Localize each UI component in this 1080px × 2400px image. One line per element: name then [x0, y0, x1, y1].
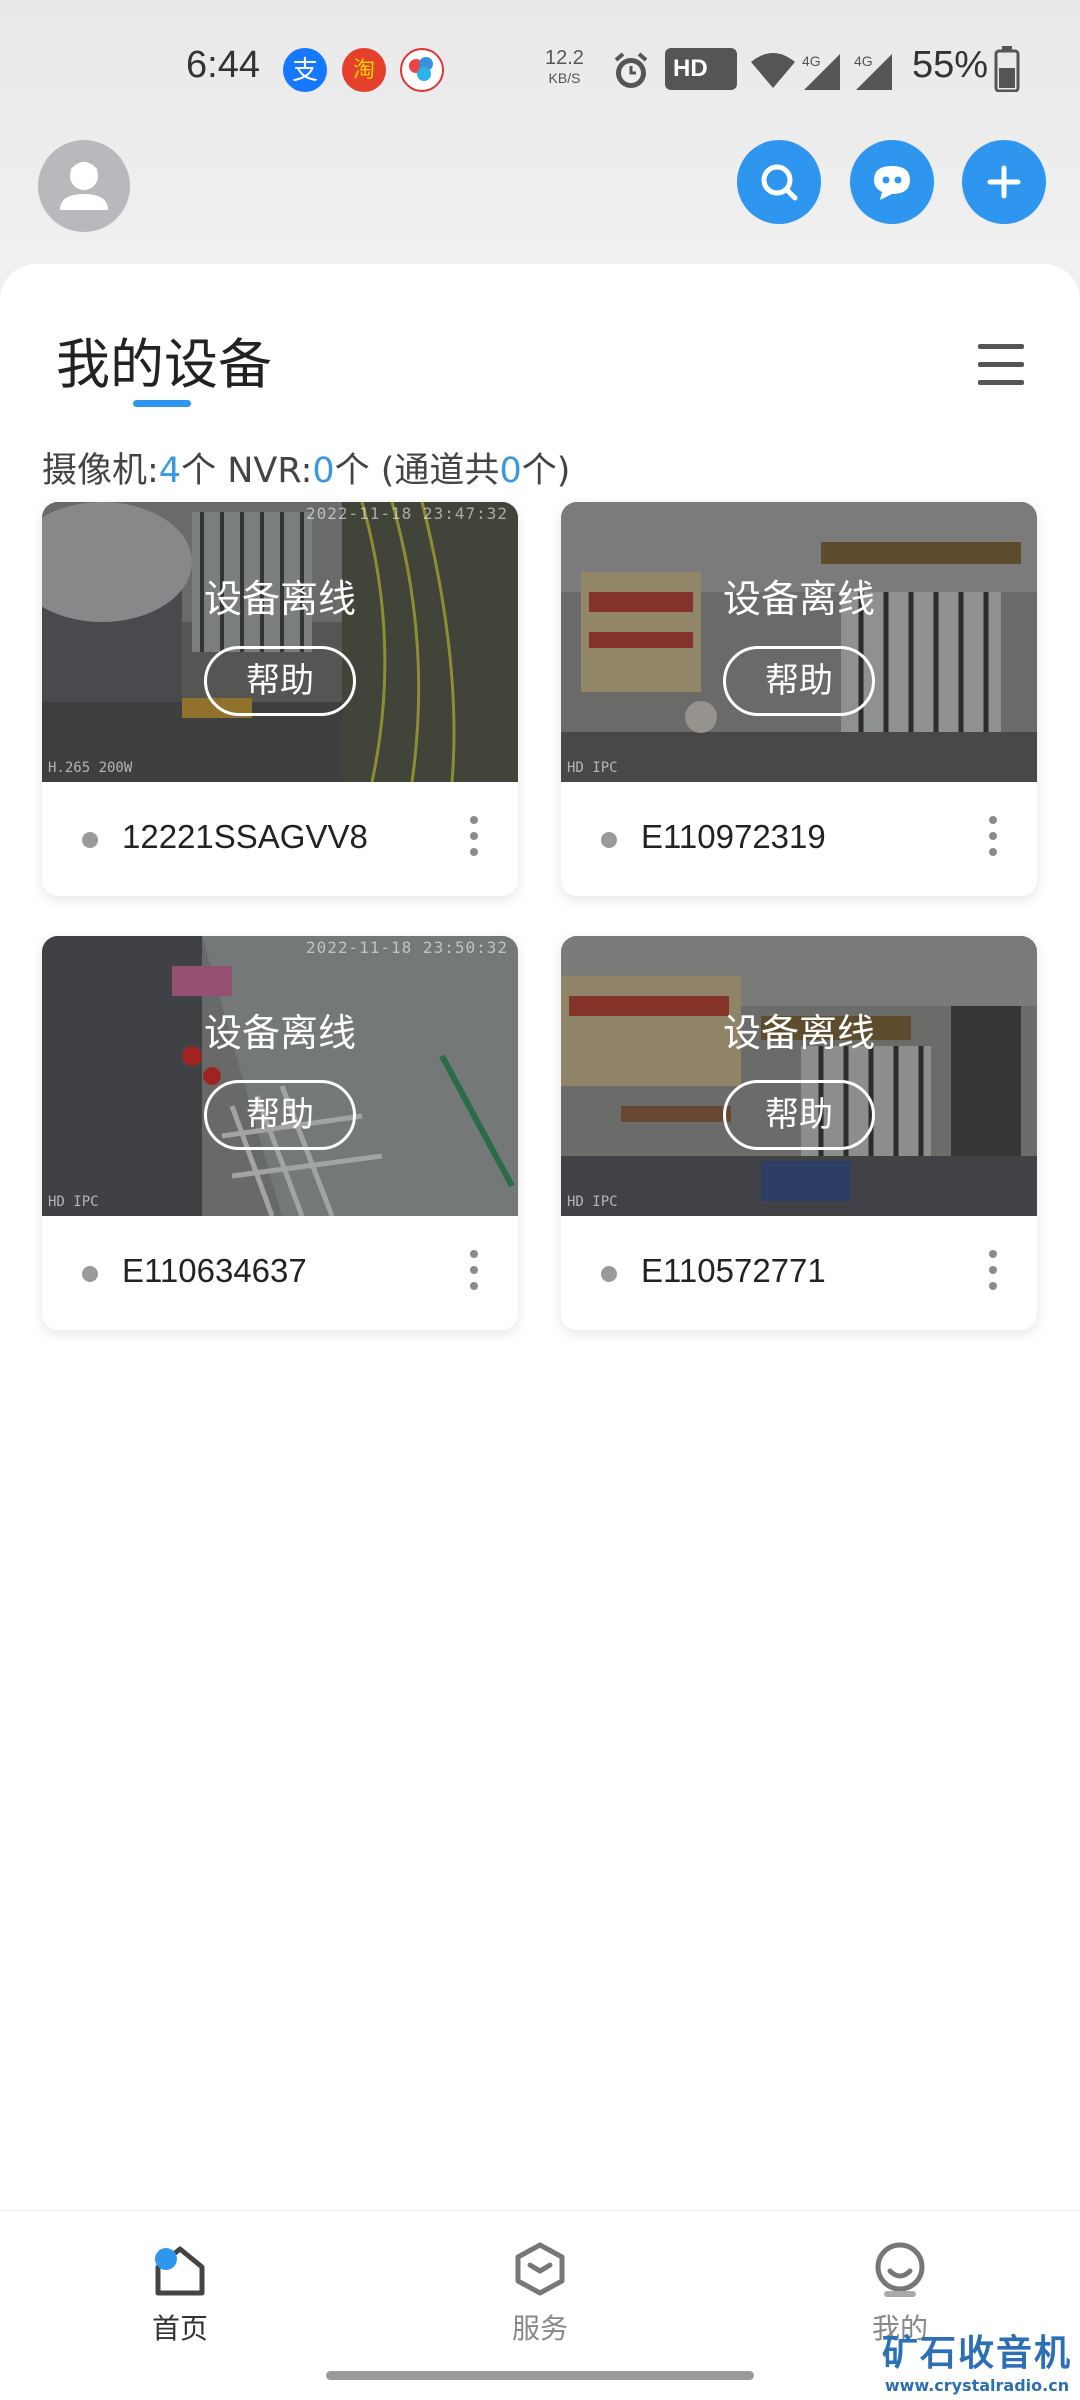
camera-thumbnail[interactable]: HD IPC 设备离线 帮助 [561, 936, 1037, 1216]
video-mark: H.265 200W [48, 760, 133, 776]
device-id: E110972319 [641, 818, 826, 855]
nav-home-tab[interactable]: 首页 [100, 2239, 260, 2347]
menu-button[interactable] [978, 344, 1024, 388]
video-timestamp: 2022-11-18 23:47:32 [305, 504, 508, 523]
home-icon [155, 2246, 205, 2296]
signal-icon-2: 4G [852, 50, 896, 97]
help-button[interactable]: 帮助 [204, 1080, 356, 1150]
video-mark: HD IPC [567, 1194, 618, 1210]
offline-status: 设备离线 [722, 577, 875, 621]
svg-text:4G: 4G [802, 53, 821, 69]
online-status-dot [601, 832, 617, 848]
more-vertical-icon [989, 816, 997, 824]
device-id: E110572771 [641, 1252, 826, 1289]
nav-service-label: 服务 [511, 2312, 568, 2345]
nav-home-label: 首页 [151, 2312, 208, 2345]
card-footer: E110634637 [42, 1216, 518, 1330]
profile-face-icon [875, 2242, 925, 2297]
more-options-button[interactable] [981, 1250, 1005, 1298]
alipay-notification-icon: 支 [283, 48, 327, 92]
more-vertical-icon [989, 1250, 997, 1258]
watermark: 矿石收音机 www.crystalradio.cn [881, 2333, 1072, 2395]
chat-bubble-icon [874, 166, 910, 200]
battery-percent: 55% [912, 44, 989, 86]
card-footer: E110572771 [561, 1216, 1037, 1330]
video-timestamp: 2022-11-18 23:50:32 [305, 938, 508, 957]
more-vertical-icon [470, 1250, 478, 1258]
more-options-button[interactable] [462, 1250, 486, 1298]
offline-status: 设备离线 [722, 1011, 875, 1055]
camera-thumbnail[interactable]: HD IPC 设备离线 帮助 [561, 502, 1037, 782]
help-button[interactable]: 帮助 [723, 646, 875, 716]
online-status-dot [601, 1266, 617, 1282]
help-button[interactable]: 帮助 [204, 646, 356, 716]
offline-status: 设备离线 [203, 1011, 356, 1055]
search-icon [761, 164, 798, 201]
offline-status: 设备离线 [203, 577, 356, 621]
service-cube-icon [515, 2242, 565, 2296]
camera-count: 4 [158, 451, 182, 491]
camera-thumbnail[interactable]: 2022-11-18 23:50:32 HD IPC 设备离线 帮助 [42, 936, 518, 1216]
hd-voice-icon: HD [665, 48, 737, 90]
device-card[interactable]: HD IPC 设备离线 帮助 E110572771 [561, 936, 1037, 1330]
more-options-button[interactable] [462, 816, 486, 864]
svg-text:4G: 4G [854, 53, 873, 69]
wifi-icon [750, 50, 796, 95]
card-footer: 12221SSAGVV8 [42, 782, 518, 896]
plus-icon [987, 165, 1021, 199]
more-vertical-icon [470, 816, 478, 824]
device-id: E110634637 [122, 1252, 307, 1289]
alarm-icon [610, 50, 652, 97]
menu-icon [978, 344, 1024, 349]
more-options-button[interactable] [981, 816, 1005, 864]
camera-thumbnail[interactable]: 2022-11-18 23:47:32 H.265 200W 设备离线 帮助 [42, 502, 518, 782]
status-time: 6:44 [186, 44, 260, 86]
avatar-icon [60, 162, 108, 210]
nvr-count: 0 [312, 451, 335, 491]
device-card[interactable]: 2022-11-18 23:47:32 H.265 200W 设备离线 帮助 1… [42, 502, 518, 896]
device-id: 12221SSAGVV8 [122, 818, 368, 855]
video-mark: HD IPC [567, 760, 618, 776]
device-card[interactable]: HD IPC 设备离线 帮助 E110972319 [561, 502, 1037, 896]
device-summary: 摄像机:4个 NVR:0个 (通道共0个) [42, 451, 571, 491]
device-card[interactable]: 2022-11-18 23:50:32 HD IPC 设备离线 帮助 E1106… [42, 936, 518, 1330]
nav-service-tab[interactable]: 服务 [460, 2239, 620, 2347]
network-speed: 12.2 KB/S [545, 47, 584, 86]
cloud-app-notification-icon [400, 48, 444, 92]
signal-icon-1: 4G [800, 50, 844, 97]
title-tab-indicator [133, 400, 191, 407]
channel-count: 0 [499, 451, 522, 491]
status-bar: 6:44 支 淘 12.2 KB/S HD 4G 4G 55% [0, 30, 1080, 110]
taobao-notification-icon: 淘 [342, 48, 386, 92]
help-button[interactable]: 帮助 [723, 1080, 875, 1150]
video-mark: HD IPC [48, 1194, 99, 1210]
user-avatar-button[interactable] [38, 140, 130, 232]
message-button[interactable] [850, 140, 934, 224]
add-device-button[interactable] [962, 140, 1046, 224]
page-title: 我的设备 [56, 333, 272, 396]
search-button[interactable] [737, 140, 821, 224]
device-list-panel: 我的设备 摄像机:4个 NVR:0个 (通道共0个) 2022-11-18 23… [0, 264, 1080, 2210]
gesture-home-indicator[interactable] [326, 2371, 754, 2380]
online-status-dot [82, 1266, 98, 1282]
battery-icon [994, 46, 1020, 97]
card-footer: E110972319 [561, 782, 1037, 896]
online-status-dot [82, 832, 98, 848]
